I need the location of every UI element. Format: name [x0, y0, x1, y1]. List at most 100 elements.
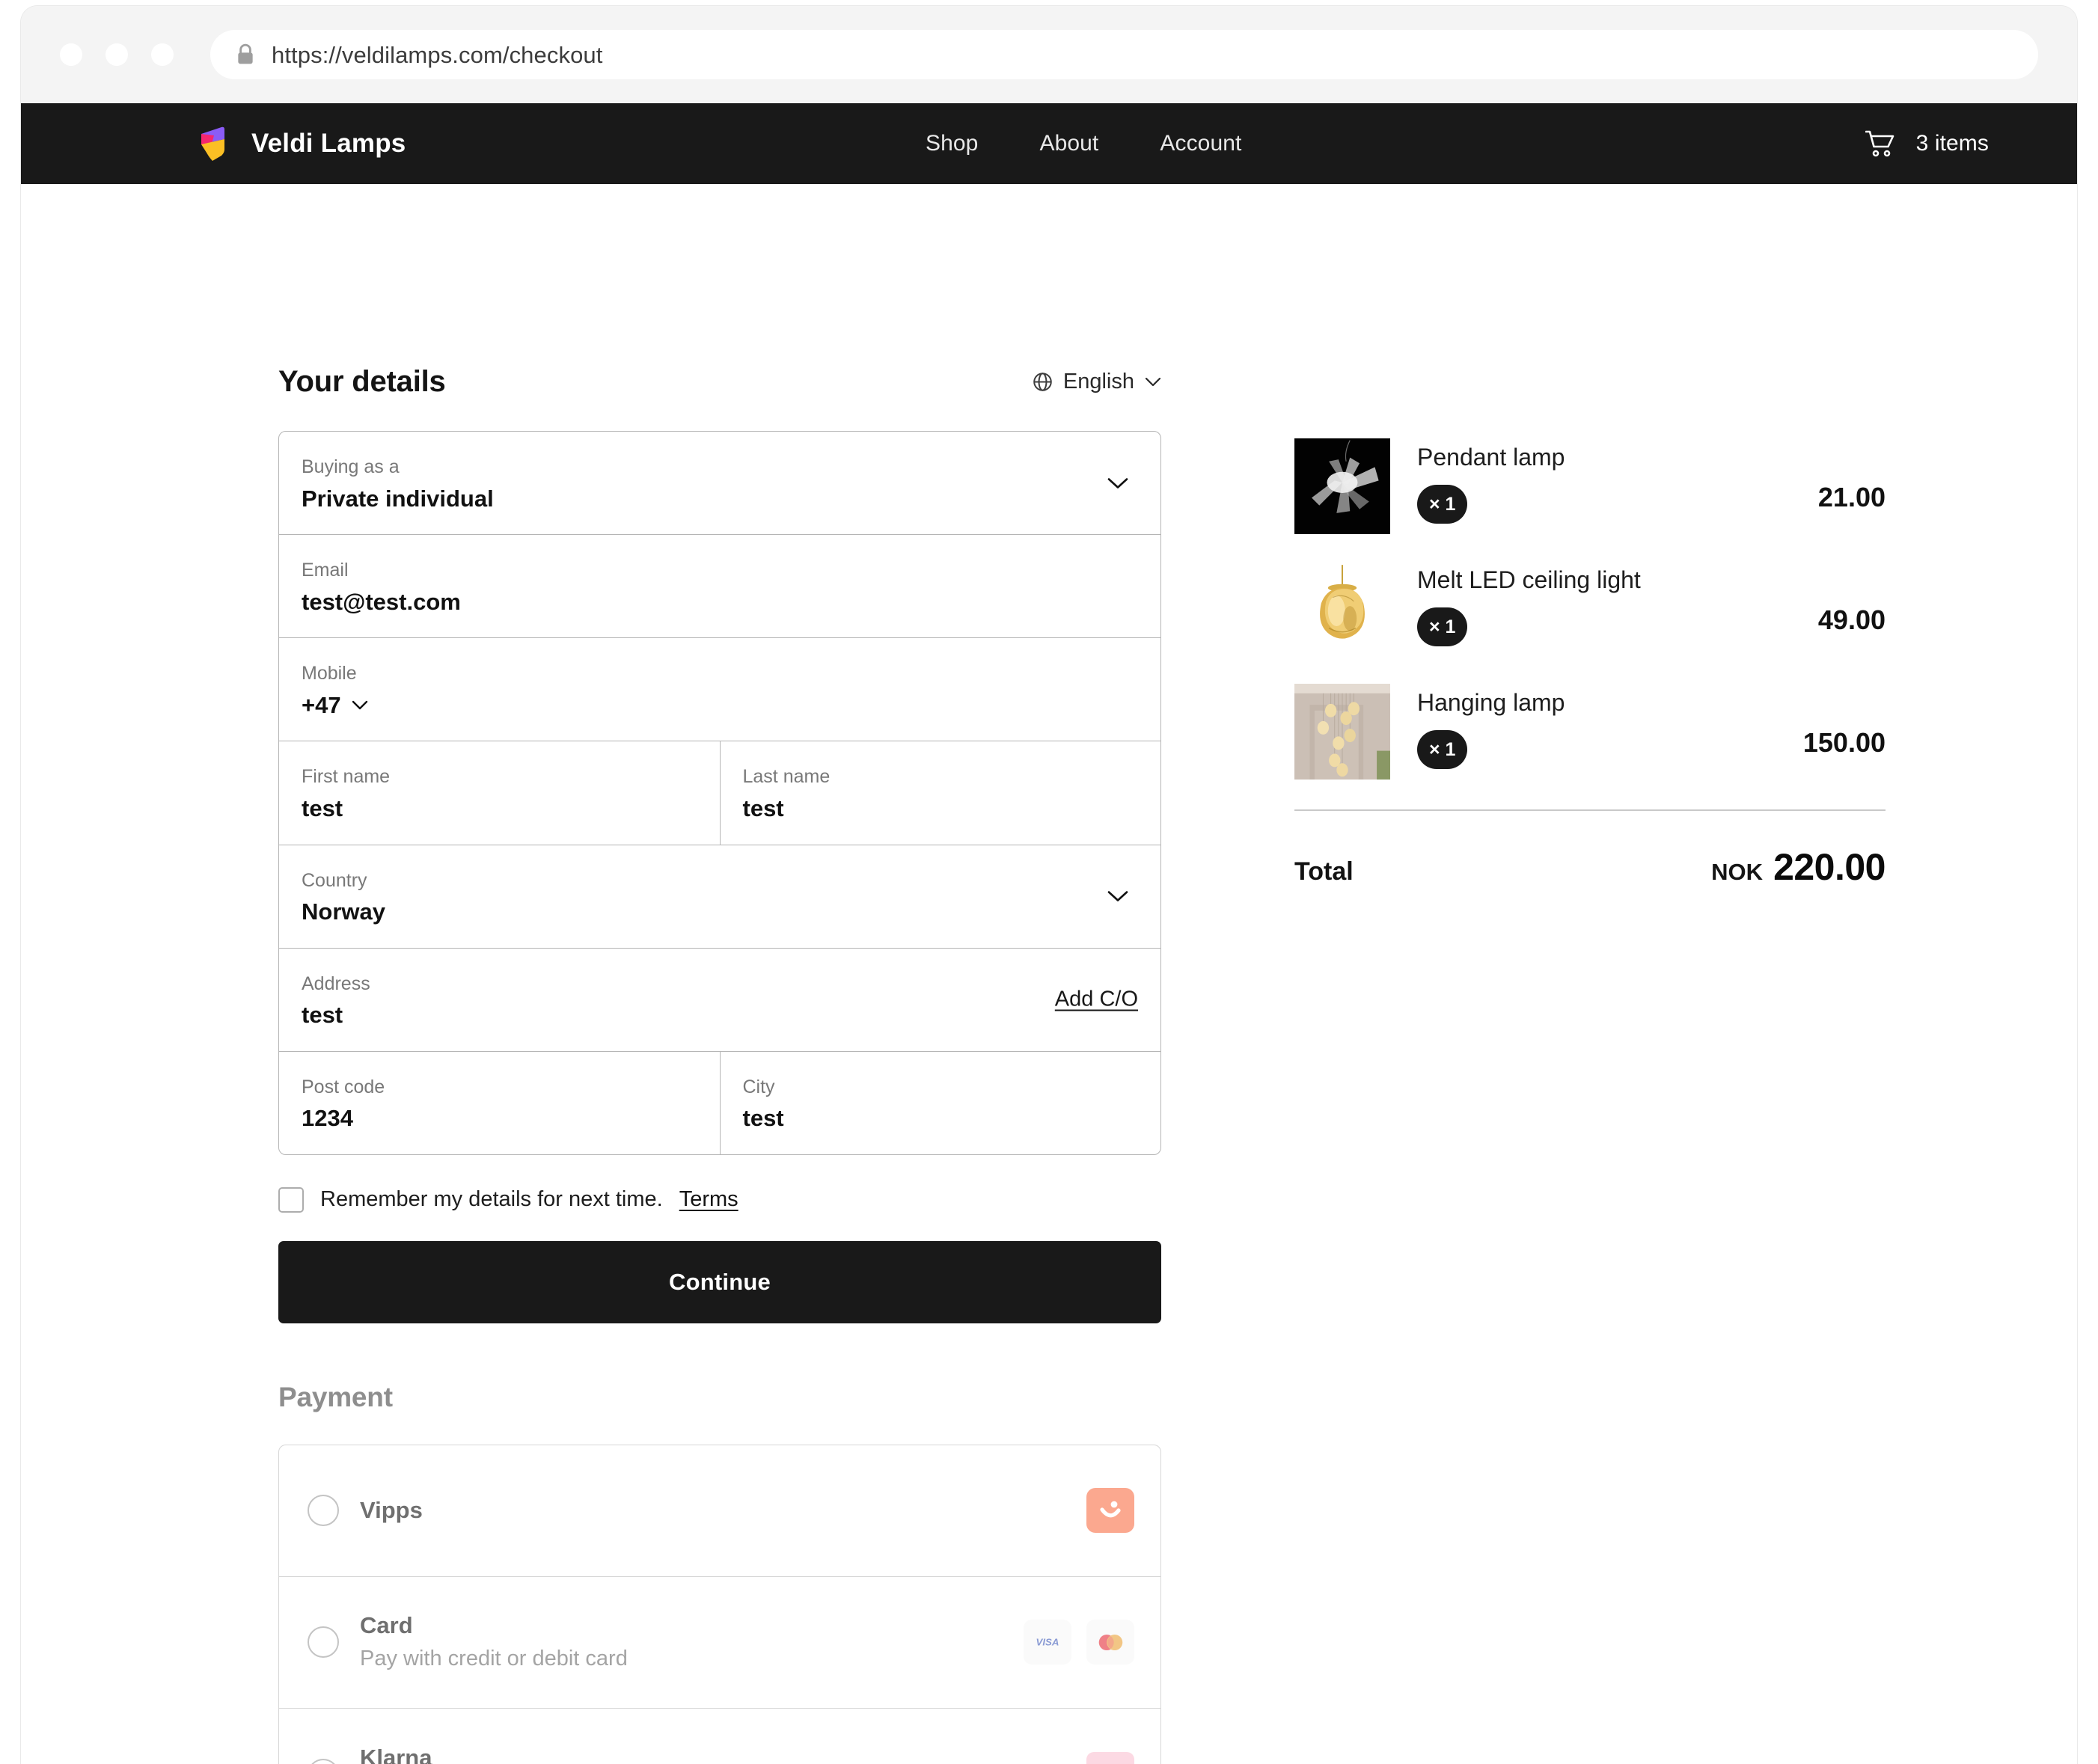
- chevron-down-icon[interactable]: [1107, 477, 1129, 489]
- country-field[interactable]: Country Norway: [279, 845, 1160, 948]
- minimize-dot[interactable]: [105, 43, 128, 66]
- name-row: First name test Last name test: [279, 741, 1160, 845]
- close-dot[interactable]: [60, 43, 82, 66]
- payment-option-vipps-text: Vipps: [360, 1496, 1086, 1525]
- vipps-logo-icon: [1086, 1488, 1134, 1534]
- remember-details-checkbox[interactable]: [278, 1186, 304, 1213]
- payment-option-card-text: Card Pay with credit or debit card: [360, 1611, 1024, 1673]
- payment-section-title: Payment: [278, 1381, 393, 1412]
- continue-button[interactable]: Continue: [278, 1240, 1161, 1323]
- browser-window: https://veldilamps.com/checkout Veldi La…: [21, 6, 2077, 1764]
- payment-option-klarna[interactable]: Klarna Pay now or later Klarna.: [279, 1709, 1160, 1764]
- address-bar[interactable]: https://veldilamps.com/checkout: [210, 30, 2038, 79]
- email-label: Email: [302, 560, 349, 581]
- country-label: Country: [302, 869, 367, 891]
- shopping-cart-icon: [1865, 130, 1894, 156]
- city-field[interactable]: City test: [719, 1051, 1161, 1154]
- svg-text:VISA: VISA: [1036, 1637, 1059, 1648]
- email-value: test@test.com: [302, 588, 461, 615]
- klarna-logo-icon: Klarna.: [1086, 1751, 1134, 1764]
- summary-divider: [1294, 809, 1886, 811]
- mastercard-circles-glyph: [1098, 1634, 1123, 1651]
- brand-logo-link[interactable]: Veldi Lamps: [199, 125, 406, 162]
- payment-option-klarna-logos: Klarna.: [1086, 1751, 1134, 1764]
- email-row: Email test@test.com: [279, 535, 1160, 639]
- mobile-country-code[interactable]: +47: [302, 692, 368, 719]
- language-selector[interactable]: English: [1033, 370, 1161, 394]
- visa-logo-icon: VISA: [1024, 1620, 1071, 1665]
- cart-item-info: Pendant lamp × 1: [1417, 443, 1565, 524]
- cart-item-body: Hanging lamp × 1 150.00: [1417, 684, 1886, 770]
- hanging-lamp-thumbnail: [1294, 684, 1390, 780]
- postcode-city-row: Post code 1234 City test: [279, 1051, 1161, 1154]
- last-name-label: Last name: [742, 766, 831, 788]
- veldi-logo-icon: [201, 126, 224, 161]
- chevron-down-icon: [1145, 377, 1161, 387]
- post-code-value: 1234: [302, 1105, 353, 1132]
- country-value: Norway: [302, 898, 385, 925]
- buying-as-row: Buying as a Private individual: [279, 432, 1160, 536]
- cart-item-quantity: × 1: [1417, 485, 1468, 524]
- page-body: Your details English Buying as a Private…: [21, 184, 2077, 1764]
- cart-item-quantity: × 1: [1417, 607, 1468, 647]
- first-name-field[interactable]: First name test: [279, 741, 720, 844]
- payment-option-vipps[interactable]: Vipps: [279, 1445, 1160, 1577]
- details-header: Your details English: [278, 365, 1161, 399]
- post-code-field[interactable]: Post code 1234: [279, 1052, 720, 1154]
- browser-chrome: https://veldilamps.com/checkout: [21, 6, 2077, 103]
- mobile-field[interactable]: Mobile +47: [279, 638, 1160, 741]
- mastercard-logo-icon: [1086, 1620, 1134, 1665]
- window-controls: [60, 43, 174, 66]
- buying-as-value: Private individual: [302, 485, 494, 512]
- payment-option-card-description: Pay with credit or debit card: [360, 1647, 628, 1671]
- url-text: https://veldilamps.com/checkout: [272, 41, 603, 68]
- mobile-value: +47: [302, 691, 341, 718]
- add-co-link[interactable]: Add C/O: [1055, 987, 1138, 1012]
- site-header: Veldi Lamps Shop About Account 3 items: [21, 103, 2077, 184]
- radio-card[interactable]: [308, 1626, 339, 1659]
- nav-link-about[interactable]: About: [1009, 131, 1129, 156]
- address-value: test: [302, 1002, 343, 1029]
- city-label: City: [742, 1076, 775, 1097]
- address-field[interactable]: Address test Add C/O: [279, 949, 1160, 1051]
- globe-icon: [1033, 373, 1052, 391]
- cart-item-price: 150.00: [1802, 727, 1886, 758]
- nav-link-account[interactable]: Account: [1129, 131, 1272, 156]
- terms-link[interactable]: Terms: [679, 1187, 738, 1212]
- maximize-dot[interactable]: [151, 43, 174, 66]
- cart-item-info: Hanging lamp × 1: [1417, 688, 1565, 770]
- cart-item-row: Melt LED ceiling light × 1 49.00: [1294, 561, 1886, 657]
- email-field[interactable]: Email test@test.com: [279, 535, 1160, 637]
- order-total-currency: NOK: [1711, 859, 1764, 885]
- first-name-value: test: [302, 794, 343, 821]
- language-label: English: [1062, 370, 1134, 393]
- payment-option-card-logos: VISA: [1024, 1620, 1134, 1665]
- order-summary: Pendant lamp × 1 21.00 Melt LED ceiling …: [1294, 438, 1886, 889]
- pendant-lamp-thumbnail: [1294, 438, 1390, 534]
- chevron-down-icon[interactable]: [1107, 890, 1129, 903]
- radio-vipps[interactable]: [308, 1495, 339, 1527]
- order-total-row: Total NOK 220.00: [1294, 845, 1886, 889]
- post-code-label: Post code: [302, 1076, 385, 1097]
- cart-button[interactable]: 3 items: [1865, 130, 1989, 158]
- chevron-down-icon: [352, 700, 367, 710]
- mobile-label: Mobile: [302, 663, 357, 685]
- payment-option-card-name: Card: [360, 1612, 413, 1639]
- buying-as-label: Buying as a: [302, 456, 400, 477]
- cart-count-label: 3 items: [1915, 131, 1989, 156]
- last-name-field[interactable]: Last name test: [719, 741, 1161, 845]
- remember-details-row: Remember my details for next time. Terms: [278, 1186, 1161, 1213]
- payment-methods-list: Vipps Card Pay with credit or debit card…: [278, 1444, 1161, 1764]
- mobile-row: Mobile +47: [279, 638, 1160, 742]
- first-name-label: First name: [302, 766, 391, 788]
- order-total-amount: NOK 220.00: [1711, 845, 1886, 889]
- nav-link-shop[interactable]: Shop: [895, 131, 1009, 156]
- cart-item-row: Pendant lamp × 1 21.00: [1294, 438, 1886, 534]
- buying-as-field[interactable]: Buying as a Private individual: [279, 432, 1160, 534]
- cart-item-body: Melt LED ceiling light × 1 49.00: [1417, 561, 1886, 647]
- radio-klarna[interactable]: [308, 1758, 339, 1764]
- cart-item-name: Hanging lamp: [1417, 689, 1565, 716]
- cart-item-name: Melt LED ceiling light: [1417, 566, 1641, 593]
- payment-option-card[interactable]: Card Pay with credit or debit card VISA: [279, 1577, 1160, 1709]
- cart-item-name: Pendant lamp: [1417, 444, 1565, 471]
